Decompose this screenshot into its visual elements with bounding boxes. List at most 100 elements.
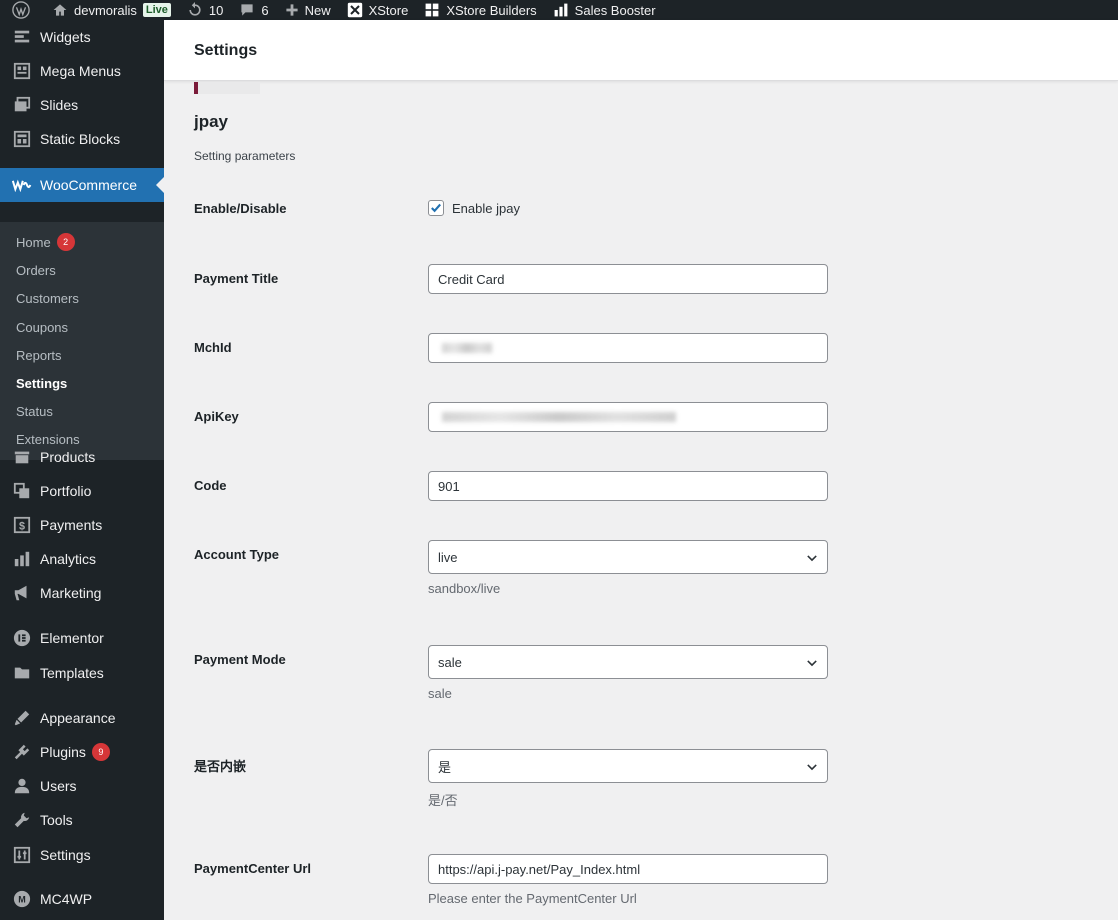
sidebar-item-mega-menus[interactable]: Mega Menus — [0, 54, 164, 88]
sidebar-item-slides[interactable]: Slides — [0, 88, 164, 122]
embedded-select[interactable]: 是 — [428, 749, 828, 783]
elementor-icon — [12, 628, 32, 648]
tools-icon — [12, 810, 32, 830]
xstore-label: XStore — [368, 2, 409, 18]
sidebar-item-label: Settings — [40, 847, 91, 863]
sidebar-item-elementor[interactable]: Elementor — [0, 621, 164, 655]
sidebar-item-portfolio[interactable]: Portfolio — [0, 474, 164, 508]
sales-booster-link[interactable]: Sales Booster — [545, 0, 664, 20]
submenu-item-status[interactable]: Status — [16, 401, 53, 421]
sidebar-item-plugins[interactable]: Plugins 9 — [0, 735, 164, 769]
submenu-item-label: Settings — [16, 375, 68, 391]
sidebar-item-appearance[interactable]: Appearance — [0, 701, 164, 735]
mchid-label: MchId — [194, 340, 232, 355]
xstore-link[interactable]: XStore — [339, 0, 417, 20]
enable-jpay-row: Enable jpay — [428, 200, 520, 216]
sidebar-item-templates[interactable]: Templates — [0, 656, 164, 690]
wordpress-logo-button[interactable] — [0, 0, 44, 20]
sidebar-item-label: Marketing — [40, 585, 102, 601]
slides-icon — [12, 95, 32, 115]
portfolio-icon — [12, 481, 32, 501]
sidebar-item-woocommerce[interactable]: WooCommerce — [0, 168, 164, 202]
sidebar-item-label: Users — [40, 778, 77, 794]
submenu-item-label: Coupons — [16, 319, 69, 335]
wordpress-icon — [12, 1, 30, 19]
sidebar-item-products[interactable]: Products — [0, 440, 164, 474]
woocommerce-icon — [12, 175, 32, 195]
payment-mode-label: Payment Mode — [194, 652, 286, 667]
new-content-link[interactable]: New — [277, 0, 339, 20]
code-label: Code — [194, 478, 227, 493]
account-type-label: Account Type — [194, 547, 279, 562]
comment-icon — [241, 4, 253, 16]
sidebar-item-label: Analytics — [40, 551, 97, 567]
users-icon — [12, 776, 32, 796]
xstore-builders-label: XStore Builders — [446, 2, 537, 18]
redacted-apikey-value — [442, 412, 676, 422]
appearance-icon — [12, 708, 32, 728]
sidebar-item-widgets[interactable]: Widgets — [0, 20, 164, 54]
submenu-item-label: Home — [16, 234, 51, 250]
page-header: Settings — [164, 20, 1118, 81]
apikey-label: ApiKey — [194, 409, 239, 424]
updates-link[interactable]: 10 — [179, 0, 231, 20]
plus-icon — [285, 4, 298, 16]
comments-count: 6 — [261, 2, 269, 18]
submenu-item-home[interactable]: Home 2 — [16, 232, 75, 252]
settings-icon — [12, 845, 32, 865]
plugins-count-badge: 9 — [91, 743, 110, 761]
builders-grid-icon — [425, 3, 439, 17]
marketing-icon — [12, 583, 32, 603]
payment-center-url-input[interactable] — [428, 854, 828, 884]
settings-form: jpay Setting parameters Enable/Disable E… — [164, 82, 1118, 920]
submenu-item-orders[interactable]: Orders — [16, 260, 56, 280]
section-description: Setting parameters — [194, 149, 296, 163]
xstore-builders-link[interactable]: XStore Builders — [416, 0, 544, 20]
sidebar-item-label: Payments — [40, 517, 103, 533]
page-title: Settings — [194, 42, 258, 59]
payment-mode-select[interactable]: sale — [428, 645, 828, 679]
site-name-link[interactable]: devmoralis Live — [44, 0, 179, 20]
sidebar-item-analytics[interactable]: Analytics — [0, 542, 164, 576]
sidebar-item-label: Appearance — [40, 710, 116, 726]
sidebar-item-static-blocks[interactable]: Static Blocks — [0, 122, 164, 156]
payment-mode-description: sale — [428, 686, 452, 701]
templates-icon — [12, 663, 32, 683]
submenu-item-reports[interactable]: Reports — [16, 345, 62, 365]
account-type-select[interactable]: live — [428, 540, 828, 574]
sidebar-item-label: Plugins — [40, 744, 86, 760]
submenu-item-label: Reports — [16, 347, 62, 363]
svg-text:M: M — [18, 895, 26, 905]
sidebar-item-payments[interactable]: $ Payments — [0, 508, 164, 542]
comments-link[interactable]: 6 — [231, 0, 276, 20]
sidebar-item-mc4wp[interactable]: M MC4WP — [0, 882, 164, 916]
bar-chart-icon — [554, 3, 568, 17]
enable-jpay-checkbox[interactable] — [428, 200, 444, 216]
submenu-item-settings[interactable]: Settings — [16, 373, 67, 393]
site-name: devmoralis — [74, 2, 137, 18]
sidebar-item-marketing[interactable]: Marketing — [0, 576, 164, 610]
code-input[interactable] — [428, 471, 828, 501]
sidebar-item-label: WooCommerce — [40, 177, 137, 193]
sidebar-item-tools[interactable]: Tools — [0, 803, 164, 837]
new-label: New — [304, 2, 331, 18]
enable-jpay-label: Enable jpay — [452, 200, 520, 216]
submenu-item-customers[interactable]: Customers — [16, 288, 79, 308]
sidebar-item-users[interactable]: Users — [0, 769, 164, 803]
sidebar-item-label: Static Blocks — [40, 131, 121, 147]
chevron-down-icon — [807, 660, 817, 667]
payment-title-input[interactable] — [428, 264, 828, 294]
sidebar-item-settings[interactable]: Settings — [0, 838, 164, 872]
sidebar-item-label: Tools — [40, 812, 73, 828]
payment-mode-selected-value: sale — [438, 654, 462, 670]
sales-booster-label: Sales Booster — [574, 2, 656, 18]
submenu-item-label: Orders — [16, 262, 56, 278]
payment-title-label: Payment Title — [194, 271, 279, 286]
sidebar-item-label: Products — [40, 449, 96, 465]
redacted-mchid-value — [442, 343, 492, 353]
chevron-down-icon — [807, 555, 817, 562]
home-icon — [53, 4, 67, 16]
submenu-item-coupons[interactable]: Coupons — [16, 317, 68, 337]
woocommerce-submenu: Home 2 Orders Customers Coupons Reports … — [0, 222, 164, 460]
widgets-icon — [12, 27, 32, 47]
